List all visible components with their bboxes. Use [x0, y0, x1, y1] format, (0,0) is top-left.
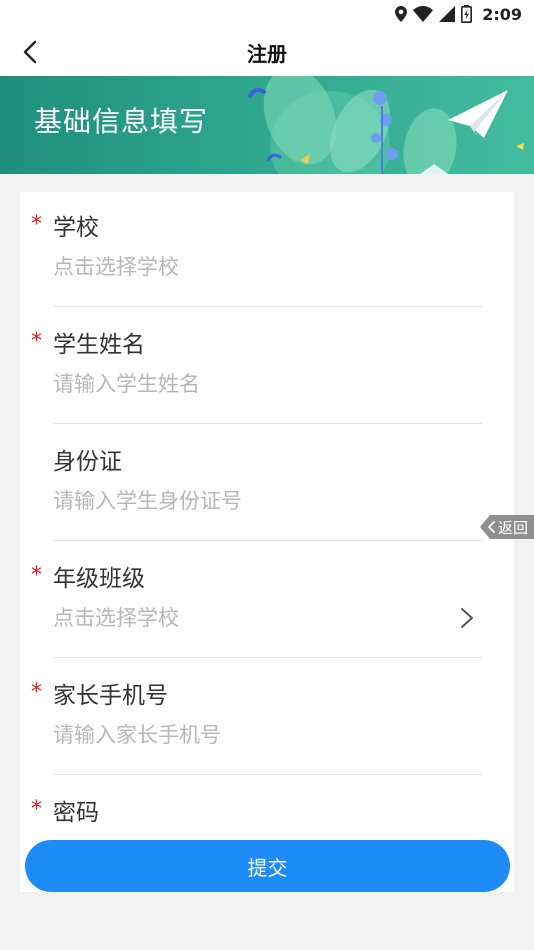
field-label-student-name: 学生姓名 — [53, 332, 145, 358]
required-mark: * — [31, 680, 42, 705]
chevron-right-icon[interactable] — [458, 605, 476, 631]
page-title: 注册 — [247, 41, 287, 66]
battery-icon — [461, 5, 473, 23]
banner: 基础信息填写 — [0, 76, 534, 174]
chevron-left-icon — [488, 521, 495, 533]
id-card-input[interactable] — [53, 486, 463, 516]
submit-button[interactable]: 提交 — [25, 840, 510, 892]
field-label-parent-phone: 家长手机号 — [53, 683, 168, 709]
school-select[interactable]: 点击选择学校 — [53, 254, 179, 280]
row-divider — [53, 540, 482, 541]
nav-bar: 注册 — [0, 28, 534, 76]
form-row-school: * 学校 点击选择学校 — [20, 192, 514, 309]
location-icon — [395, 6, 408, 22]
form-row-id-card: 身份证 — [20, 426, 514, 543]
row-divider — [53, 657, 482, 658]
chevron-left-icon — [23, 40, 37, 64]
parent-phone-input[interactable] — [53, 720, 463, 750]
row-divider — [53, 423, 482, 424]
required-mark: * — [31, 563, 42, 588]
row-divider — [53, 774, 482, 775]
required-mark: * — [31, 797, 42, 822]
field-label-password: 密码 — [53, 800, 99, 826]
form-card: * 学校 点击选择学校 * 学生姓名 身份证 * 年级班级 点击选择学校 * 家… — [20, 192, 514, 892]
status-bar: 2:09 — [0, 0, 534, 28]
signal-icon — [439, 6, 456, 22]
student-name-input[interactable] — [53, 369, 463, 399]
form-row-parent-phone: * 家长手机号 — [20, 660, 514, 777]
required-mark: * — [31, 212, 42, 237]
row-divider — [53, 306, 482, 307]
wifi-icon — [413, 6, 434, 22]
required-mark: * — [31, 329, 42, 354]
status-time: 2:09 — [482, 4, 522, 24]
form-row-student-name: * 学生姓名 — [20, 309, 514, 426]
field-label-grade-class: 年级班级 — [53, 566, 145, 592]
return-tab-label: 返回 — [498, 518, 529, 537]
grade-class-select[interactable]: 点击选择学校 — [53, 605, 179, 631]
back-button[interactable] — [16, 38, 44, 66]
banner-title: 基础信息填写 — [34, 105, 209, 138]
return-tab[interactable]: 返回 — [480, 515, 534, 539]
field-label-id-card: 身份证 — [53, 449, 122, 475]
form-row-grade-class: * 年级班级 点击选择学校 — [20, 543, 514, 660]
field-label-school: 学校 — [53, 215, 99, 241]
